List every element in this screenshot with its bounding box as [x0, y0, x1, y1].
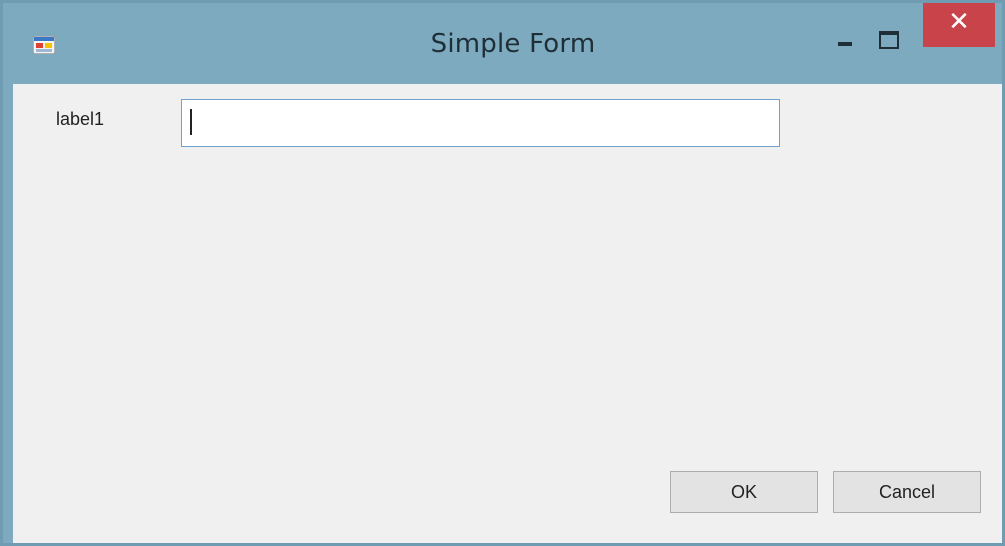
- field-label: label1: [56, 109, 105, 129]
- maximize-icon: [879, 31, 899, 49]
- close-icon: ✕: [948, 7, 970, 37]
- text-input[interactable]: [181, 99, 780, 147]
- maximize-button[interactable]: [869, 25, 913, 59]
- close-button[interactable]: ✕: [923, 3, 995, 47]
- minimize-button[interactable]: [825, 25, 869, 59]
- form-client-area: label1 OK Cancel: [13, 84, 1002, 543]
- minimize-icon: [838, 42, 852, 46]
- window-frame: Simple Form ✕ label1 OK Cancel: [0, 0, 1005, 546]
- text-caret: [190, 109, 192, 135]
- title-bar[interactable]: Simple Form ✕: [3, 3, 1002, 83]
- ok-button[interactable]: OK: [670, 471, 818, 513]
- cancel-button[interactable]: Cancel: [833, 471, 981, 513]
